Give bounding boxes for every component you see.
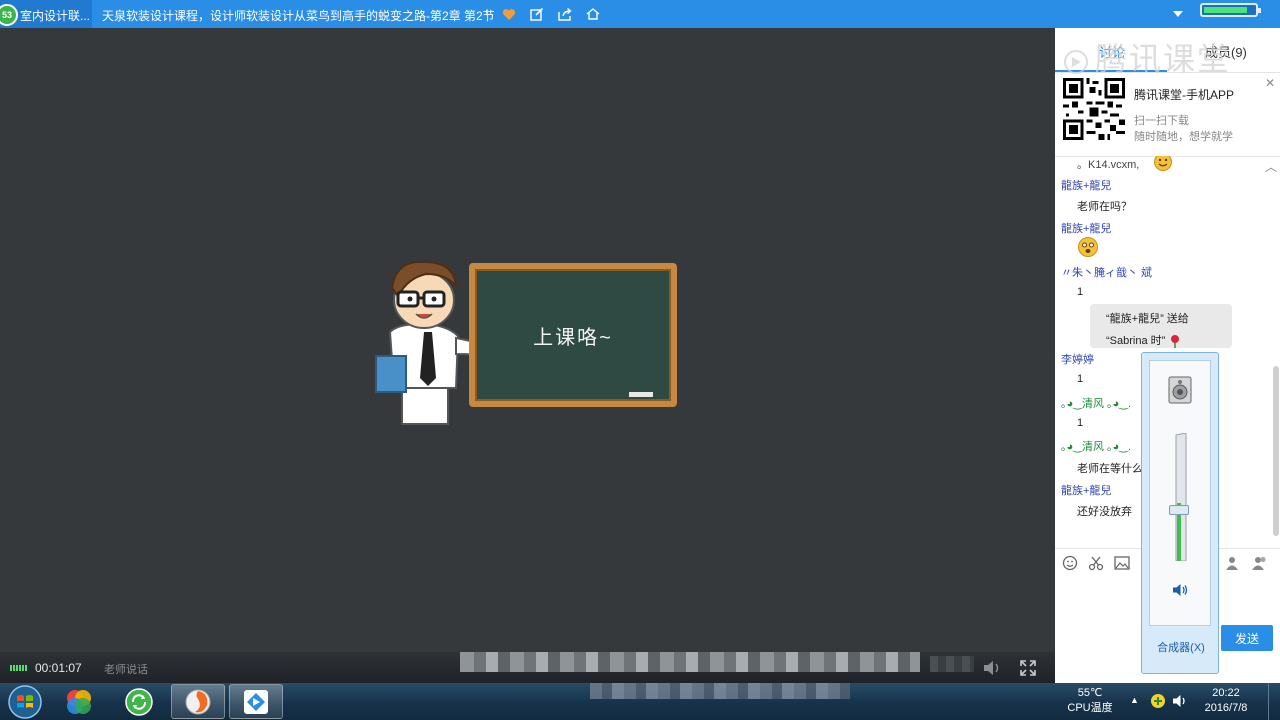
chalk — [629, 392, 653, 397]
users-icon[interactable] — [1251, 554, 1269, 572]
screenshot-scissors-icon[interactable] — [1087, 554, 1105, 572]
fullscreen-icon[interactable] — [1020, 660, 1036, 681]
tray-app-icon[interactable] — [1150, 693, 1166, 714]
chat-username[interactable]: 〃朱丶腌ィ戠丶 斌 — [1061, 264, 1152, 280]
qr-code-icon — [1063, 78, 1125, 140]
app-title: 腾讯课堂-手机APP — [1134, 88, 1235, 102]
clock-date: 2016/7/8 — [1204, 702, 1248, 714]
chat-message: 还好没放弃 — [1077, 506, 1132, 518]
cpu-temperature-widget[interactable]: 55℃ CPU温度 — [1064, 686, 1116, 716]
title-bar: 室内设计联... 53 天泉软装设计课程，设计师软装设计从菜鸟到高手的蜕变之路-… — [0, 0, 1280, 28]
speaking-status: 老师说话 — [104, 664, 148, 676]
tab-course-group-label: 室内设计联... — [20, 9, 91, 23]
windows-logo-icon — [8, 684, 42, 719]
course-title: 天泉软装设计课程，设计师软装设计从菜鸟到高手的蜕变之路-第2章 第2节 — [102, 9, 495, 23]
share-icon[interactable] — [557, 6, 573, 22]
cpu-temperature: 55℃ — [1077, 687, 1103, 699]
rose-icon — [1168, 335, 1182, 349]
firefox-like-icon — [185, 689, 211, 714]
cpu-temperature-label: CPU温度 — [1067, 702, 1113, 714]
chat-scrollbar[interactable] — [1273, 366, 1279, 536]
video-control-bar: 00:01:07 老师说话 — [0, 652, 1055, 683]
tencent-classroom-icon — [244, 689, 268, 714]
chat-message: 1 — [1077, 373, 1084, 385]
green-refresh-app-icon — [125, 687, 153, 716]
side-tabs: 讨论 成员(9) 腾讯课堂 — [1055, 28, 1280, 77]
chat-message: 1 — [1077, 286, 1084, 298]
collapse-icon[interactable]: ︿ — [1265, 158, 1277, 175]
home-icon[interactable] — [585, 6, 601, 22]
volume-icon[interactable] — [982, 660, 1002, 681]
tray-volume-icon[interactable] — [1172, 694, 1188, 713]
taskbar-app-browser-2[interactable] — [171, 684, 225, 719]
volume-popup: 合成器(X) — [1141, 352, 1219, 674]
close-icon[interactable]: ✕ — [1265, 76, 1275, 90]
show-desktop-button[interactable] — [1268, 683, 1280, 720]
mixer-link[interactable]: 合成器(X) — [1142, 639, 1220, 655]
user-icon[interactable] — [1223, 554, 1241, 572]
title-separator: | — [486, 7, 490, 21]
taskbar-app-browser[interactable] — [52, 684, 106, 719]
signal-strength-icon — [10, 665, 27, 671]
speaker-mute-icon[interactable] — [1172, 583, 1188, 602]
video-area[interactable]: 上课咯~ — [0, 28, 1055, 652]
chat-username[interactable]: 龍族+龍兒 — [1061, 482, 1111, 498]
blurred-region — [590, 683, 850, 699]
taskbar-app-tencent-classroom[interactable] — [229, 684, 283, 719]
chalkboard-text: 上课咯~ — [533, 327, 613, 349]
emoji-icon — [1077, 236, 1099, 261]
gift-notice: “龍族+龍兒” 送给 “Sabrina 时” — [1090, 304, 1232, 349]
battery-fill — [1204, 7, 1247, 13]
system-clock[interactable]: 20:22 2016/7/8 — [1202, 686, 1250, 716]
volume-slider-track[interactable] — [1174, 433, 1188, 561]
battery-indicator — [1200, 3, 1261, 17]
show-hidden-icons-icon[interactable]: ▲ — [1130, 695, 1139, 705]
app-scan-hint: 扫一扫下载 — [1134, 115, 1189, 127]
app-slogan: 随时随地，想学就学 — [1134, 131, 1233, 143]
chat-username[interactable]: ｡◕‿清风 ｡◕‿. — [1061, 395, 1131, 411]
chat-username[interactable]: 李婷婷 — [1061, 351, 1094, 367]
blurred-region — [460, 652, 920, 672]
chat-username[interactable]: ｡◕‿清风 ｡◕‿. — [1061, 438, 1131, 454]
chat-message: 老师在等什么 — [1077, 463, 1143, 475]
send-button[interactable]: 发送 — [1221, 625, 1273, 651]
volume-slider-thumb[interactable] — [1169, 505, 1189, 515]
image-icon[interactable] — [1113, 554, 1131, 572]
chat-username[interactable]: 龍族+龍兒 — [1061, 177, 1111, 193]
app-promo: 腾讯课堂-手机APP 扫一扫下载 随时随地，想学就学 ✕ — [1055, 72, 1280, 157]
menu-dropdown-icon[interactable] — [1172, 8, 1184, 22]
chat-message: 老师在吗？ — [1077, 201, 1132, 213]
emoji-picker-icon[interactable] — [1061, 554, 1079, 572]
chalkboard: 上课咯~ — [469, 263, 677, 407]
heart-icon[interactable] — [501, 6, 517, 22]
clock-time: 20:22 — [1212, 687, 1240, 699]
start-button[interactable] — [0, 684, 50, 719]
speaker-device-icon[interactable] — [1165, 375, 1195, 405]
edit-icon[interactable] — [529, 6, 545, 22]
elapsed-time: 00:01:07 — [35, 661, 82, 675]
chat-username[interactable]: 龍族+龍兒 — [1061, 220, 1111, 236]
taskbar: 55℃ CPU温度 ▲ 20:22 2016/7/8 — [0, 683, 1280, 720]
taskbar-app-refresh[interactable] — [112, 684, 166, 719]
chat-message: 1 — [1077, 417, 1084, 429]
chat-message: 。K14.vcxm, — [1077, 159, 1140, 171]
colorful-app-icon — [67, 689, 91, 714]
blurred-region — [930, 656, 974, 672]
gift-line-2: “Sabrina 时” — [1106, 335, 1166, 347]
gift-line-1: “龍族+龍兒” 送给 — [1106, 313, 1189, 325]
smiley-emoji-icon — [1153, 156, 1173, 175]
